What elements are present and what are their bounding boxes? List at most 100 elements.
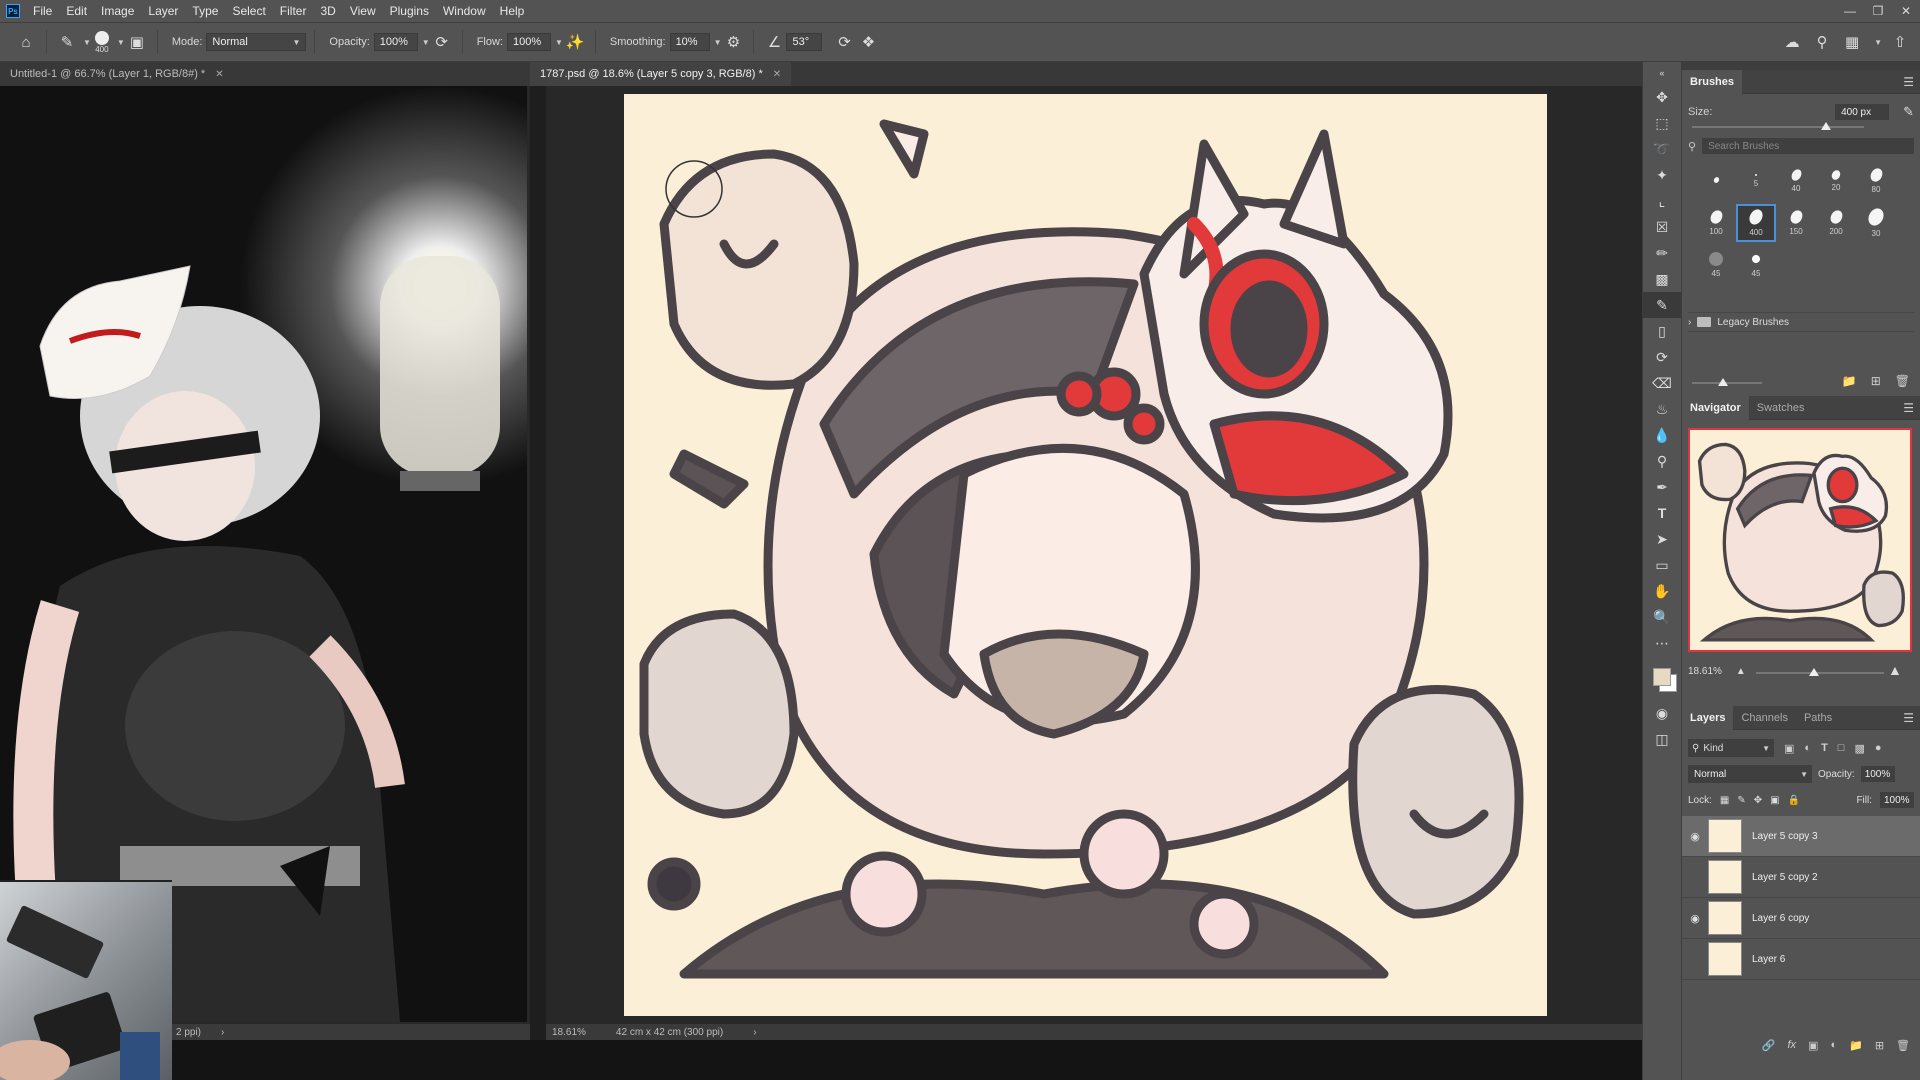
brush-tool-icon[interactable]: ✎: [1643, 292, 1681, 318]
brush-preset[interactable]: 45: [1736, 246, 1776, 284]
type-filter-icon[interactable]: T: [1821, 742, 1828, 754]
minimize-icon[interactable]: —: [1836, 0, 1864, 22]
tab-navigator[interactable]: Navigator: [1682, 395, 1749, 420]
close-icon[interactable]: ✕: [773, 69, 781, 80]
home-icon[interactable]: ⌂: [14, 30, 38, 54]
navigator-zoom-slider-track[interactable]: [1756, 672, 1884, 674]
marquee-tool-icon[interactable]: ⬚: [1643, 110, 1681, 136]
legacy-brushes-folder[interactable]: › Legacy Brushes: [1688, 312, 1914, 332]
brush-preset[interactable]: 5: [1736, 162, 1776, 200]
brush-preset[interactable]: 150: [1776, 204, 1816, 242]
cloud-docs-icon[interactable]: ☁: [1780, 30, 1804, 54]
menu-edit[interactable]: Edit: [59, 0, 94, 22]
lock-transparency-icon[interactable]: ▦: [1720, 795, 1729, 806]
lock-position-icon[interactable]: ✥: [1754, 795, 1762, 806]
eye-icon[interactable]: ◉: [1682, 830, 1708, 843]
brush-preset[interactable]: [1696, 162, 1736, 200]
eyedropper-icon[interactable]: ✏: [1643, 240, 1681, 266]
tab-layers[interactable]: Layers: [1682, 705, 1734, 730]
menu-help[interactable]: Help: [493, 0, 532, 22]
menu-select[interactable]: Select: [225, 0, 272, 22]
collapse-icon[interactable]: «: [1643, 62, 1681, 84]
navigator-thumbnail[interactable]: [1688, 428, 1912, 652]
new-group-icon[interactable]: 📁: [1842, 374, 1857, 388]
zoom-tool-icon[interactable]: 🔍: [1643, 604, 1681, 630]
drawing-canvas[interactable]: [624, 94, 1547, 1016]
chevron-right-icon[interactable]: ›: [1688, 317, 1691, 328]
brush-preset[interactable]: 30: [1856, 204, 1896, 242]
adjustment-layer-icon[interactable]: ◐: [1830, 1039, 1837, 1051]
layer-row[interactable]: ◉ Layer 6 copy: [1682, 898, 1920, 939]
airbrush-icon[interactable]: ✨: [563, 30, 587, 54]
chevron-down-icon[interactable]: ▼: [117, 38, 125, 47]
tab-swatches[interactable]: Swatches: [1749, 396, 1813, 420]
main-document-area[interactable]: [546, 86, 1642, 1024]
more-tools-icon[interactable]: ⋯: [1643, 630, 1681, 656]
add-mask-icon[interactable]: ▣: [1808, 1039, 1818, 1052]
trash-icon[interactable]: 🗑: [1895, 374, 1910, 388]
lock-artboard-icon[interactable]: ▣: [1770, 795, 1779, 806]
restore-icon[interactable]: ❐: [1864, 0, 1892, 22]
pressure-opacity-icon[interactable]: ⟳: [430, 30, 454, 54]
panel-menu-icon[interactable]: ☰: [1903, 401, 1914, 415]
blur-tool-icon[interactable]: 💧: [1643, 422, 1681, 448]
brush-search-input[interactable]: Search Brushes: [1702, 138, 1914, 154]
layer-opacity-field[interactable]: 100%: [1860, 766, 1895, 782]
chevron-right-icon[interactable]: ›: [221, 1027, 224, 1038]
menu-layer[interactable]: Layer: [141, 0, 185, 22]
tab-untitled-1[interactable]: Untitled-1 @ 66.7% (Layer 1, RGB/8#) * ✕: [0, 62, 530, 86]
search-icon[interactable]: ⚲: [1810, 30, 1834, 54]
tab-paths[interactable]: Paths: [1796, 706, 1840, 730]
workspace-icon[interactable]: ▦: [1840, 30, 1864, 54]
rectangle-tool-icon[interactable]: ▭: [1643, 552, 1681, 578]
brush-preset[interactable]: 400: [1736, 204, 1776, 242]
menu-image[interactable]: Image: [94, 0, 141, 22]
menu-plugins[interactable]: Plugins: [383, 0, 436, 22]
brush-tool-icon[interactable]: ✎: [55, 30, 79, 54]
chevron-down-icon[interactable]: ▼: [555, 38, 563, 47]
fill-field[interactable]: 100%: [1880, 792, 1914, 808]
quick-mask-icon[interactable]: ◉: [1643, 700, 1681, 726]
panel-menu-icon[interactable]: ☰: [1903, 75, 1914, 89]
brush-settings-icon[interactable]: ▣: [125, 30, 149, 54]
navigator-zoom-slider-knob[interactable]: [1808, 668, 1819, 676]
pressure-size-icon[interactable]: ⟳: [832, 30, 856, 54]
eraser-icon[interactable]: ⌫: [1643, 370, 1681, 396]
filter-toggle-icon[interactable]: ●: [1875, 742, 1882, 754]
flow-field[interactable]: 100%: [506, 33, 551, 51]
lock-all-icon[interactable]: 🔒: [1788, 795, 1800, 806]
history-brush-icon[interactable]: ⟳: [1643, 344, 1681, 370]
smart-object-filter-icon[interactable]: ▩: [1854, 742, 1864, 755]
size-slider-track[interactable]: [1692, 126, 1864, 128]
layer-row[interactable]: Layer 6: [1682, 939, 1920, 980]
zoom-in-icon[interactable]: ▲: [1888, 662, 1902, 678]
path-selection-icon[interactable]: ➤: [1643, 526, 1681, 552]
magic-wand-icon[interactable]: ✦: [1643, 162, 1681, 188]
symmetry-icon[interactable]: ❖: [856, 30, 880, 54]
new-group-icon[interactable]: 📁: [1849, 1039, 1863, 1052]
blend-mode-select[interactable]: Normal ▼: [1688, 765, 1812, 783]
panel-menu-icon[interactable]: ☰: [1903, 711, 1914, 725]
close-icon[interactable]: ✕: [215, 69, 223, 80]
new-layer-icon[interactable]: ⊞: [1875, 1039, 1884, 1052]
healing-brush-icon[interactable]: ▩: [1643, 266, 1681, 292]
lock-pixels-icon[interactable]: ✎: [1737, 795, 1745, 806]
menu-window[interactable]: Window: [436, 0, 493, 22]
color-swatches[interactable]: [1643, 656, 1681, 700]
menu-type[interactable]: Type: [185, 0, 225, 22]
dodge-tool-icon[interactable]: ⚲: [1643, 448, 1681, 474]
brush-preset[interactable]: 80: [1856, 162, 1896, 200]
foreground-color-swatch[interactable]: [1653, 668, 1671, 686]
brush-preset[interactable]: 40: [1776, 162, 1816, 200]
opacity-field[interactable]: 100%: [373, 33, 418, 51]
smoothing-field[interactable]: 10%: [669, 33, 710, 51]
navigator-zoom-value[interactable]: 18.61%: [1688, 666, 1722, 677]
screen-mode-icon[interactable]: ◫: [1643, 726, 1681, 752]
zoom-out-icon[interactable]: ▲: [1736, 666, 1746, 677]
close-icon[interactable]: ✕: [1892, 0, 1920, 22]
brush-preset[interactable]: 20: [1816, 162, 1856, 200]
shape-filter-icon[interactable]: □: [1838, 742, 1845, 754]
crop-tool-icon[interactable]: ⌞: [1643, 188, 1681, 214]
share-icon[interactable]: ⇧: [1888, 30, 1912, 54]
new-brush-icon[interactable]: ✎: [1903, 104, 1914, 120]
